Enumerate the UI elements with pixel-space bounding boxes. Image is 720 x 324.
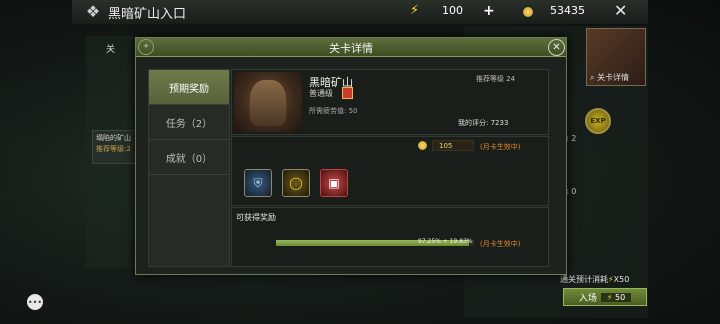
- clear-cost-label: 通关预计消耗⚡X50: [560, 275, 630, 284]
- enter-cost: ⚡ 50: [600, 292, 632, 302]
- gold-coin-icon: [418, 141, 427, 150]
- modal-tabs: 预期奖励 任务（2） 成就（0）: [148, 69, 230, 267]
- stage-fatigue: 所需疲劳值: 50: [309, 107, 358, 115]
- exp-badge-icon: EXP: [585, 108, 611, 134]
- ring-icon[interactable]: ◯: [282, 169, 310, 197]
- exp-reward-box: 可获得奖励 97.25% + 19.83% (月卡生效中): [231, 207, 549, 267]
- add-energy-button[interactable]: +: [483, 3, 495, 19]
- background-tab-fragment: 关: [106, 45, 116, 55]
- close-button[interactable]: ✕: [548, 39, 565, 56]
- stage-difficulty: 普通级: [309, 89, 333, 98]
- page-title: 黑暗矿山入口: [108, 7, 187, 22]
- armor-icon[interactable]: ⛨: [244, 169, 272, 197]
- gold-monthly-card-note: (月卡生效中): [480, 143, 521, 151]
- boss-portrait: [234, 72, 302, 132]
- modal-title: 关卡详情: [329, 42, 373, 55]
- chat-icon[interactable]: •••: [27, 294, 43, 310]
- reward-box: 105 (月卡生效中) ⛨ ◯ ▣: [231, 136, 549, 206]
- stage-detail-modal: ✦ 关卡详情 ✕ 预期奖励 任务（2） 成就（0） 黑暗矿山 普通级 所需疲劳值…: [135, 37, 567, 275]
- red-crate-icon[interactable]: ▣: [320, 169, 348, 197]
- exp-progress-text: 97.25% + 19.83%: [418, 238, 473, 245]
- tab-tasks[interactable]: 任务（2）: [149, 105, 229, 139]
- my-score: 我的评分: 7233: [458, 119, 509, 127]
- recommended-level: 推荐等级 24: [476, 75, 516, 83]
- tab-achievements[interactable]: 成就（0）: [149, 140, 229, 174]
- tab-expected-rewards[interactable]: 预期奖励: [149, 70, 229, 104]
- gold-reward-amount: 105: [432, 140, 474, 151]
- energy-bolt-icon: ⚡: [410, 3, 420, 18]
- stage-info-box: 黑暗矿山 普通级 所需疲劳值: 50 推荐等级 24 我的评分: 7233: [231, 69, 549, 135]
- bolt-icon: ⚡: [606, 292, 613, 302]
- modal-header: ✦ 关卡详情 ✕: [136, 38, 566, 57]
- tab-divider: [149, 174, 229, 175]
- exp-monthly-card-note: (月卡生效中): [480, 240, 521, 248]
- modal-content: 黑暗矿山 普通级 所需疲劳值: 50 推荐等级 24 我的评分: 7233 10…: [231, 69, 549, 267]
- gold-value: 53435: [550, 4, 585, 17]
- exp-reward-label: 可获得奖励: [236, 213, 276, 222]
- energy-value: 100: [442, 4, 463, 17]
- gold-coin-icon: [523, 7, 533, 17]
- dragon-emblem-icon: ❖: [85, 2, 101, 21]
- enter-button[interactable]: 入场 ⚡ 50: [563, 288, 647, 306]
- crossed-swords-icon[interactable]: ✕: [614, 1, 627, 20]
- background-detail-link[interactable]: ⌕ 关卡详情: [590, 72, 629, 83]
- difficulty-icon: [342, 87, 353, 99]
- search-icon: ⌕: [590, 73, 595, 82]
- boss-figure: [250, 80, 286, 126]
